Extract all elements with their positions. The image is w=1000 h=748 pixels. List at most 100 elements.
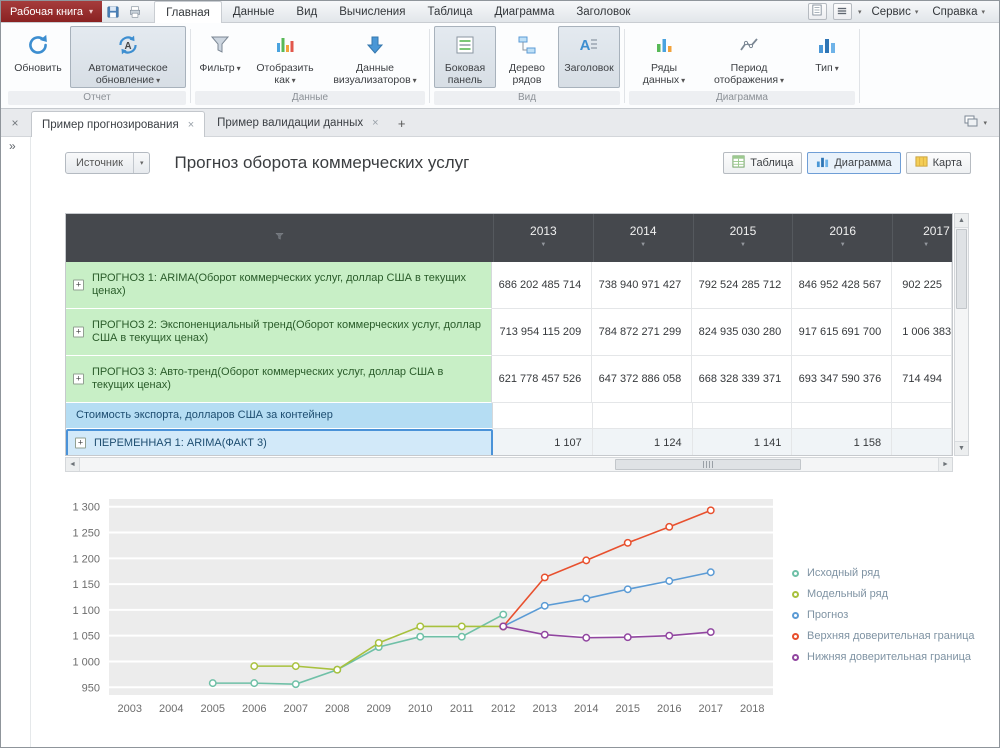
ribbon-tab-view[interactable]: Вид [285,1,328,22]
window-list-button[interactable] [833,3,852,20]
side-panel-button[interactable]: Боковая панель [434,26,496,88]
year-column-header[interactable]: 2015▼ [693,214,793,262]
filter-icon[interactable] [274,229,285,247]
value-cell[interactable]: 1 124 [593,429,693,456]
year-column-header[interactable]: 2014▼ [593,214,693,262]
header-toggle-button[interactable]: A Заголовок [558,26,620,88]
auto-refresh-button[interactable]: A Автоматическое обновление▾ [70,26,186,88]
legend-item[interactable]: Нижняя доверительная граница [792,651,975,663]
column-filter-icon[interactable]: ▼ [923,242,929,248]
legend-item[interactable]: Верхняя доверительная граница [792,630,975,642]
value-cell[interactable]: 668 328 339 371 [692,356,792,403]
close-icon[interactable]: × [1,110,29,136]
scroll-up-icon[interactable]: ▲ [955,214,968,228]
doc-tab-forecast-example[interactable]: Пример прогнозирования × [31,111,205,137]
value-cell[interactable] [892,429,952,456]
window-layout-button[interactable] [808,3,827,20]
scroll-left-icon[interactable]: ◄ [66,458,80,471]
table-header-label-cell[interactable] [66,214,493,262]
row-label-cell[interactable]: +ПРОГНОЗ 3: Авто-тренд(Оборот коммерческ… [66,356,492,403]
column-filter-icon[interactable]: ▼ [640,242,646,248]
ribbon-tab-calculations[interactable]: Вычисления [328,1,416,22]
refresh-button[interactable]: Обновить [8,26,68,88]
ribbon-tab-header[interactable]: Заголовок [565,1,641,22]
value-cell[interactable] [593,403,693,429]
data-series-button[interactable]: Ряды данных▾ [629,26,699,88]
value-cell[interactable] [892,403,952,429]
workbook-menu-button[interactable]: Рабочая книга ▾ [1,1,102,22]
value-cell[interactable]: 846 952 428 567 [792,262,892,309]
column-filter-icon[interactable]: ▼ [540,242,546,248]
save-button[interactable] [102,1,124,22]
value-cell[interactable]: 784 872 271 299 [592,309,692,356]
value-cell[interactable]: 1 006 383 [892,309,952,356]
value-cell[interactable]: 1 107 [493,429,593,456]
vertical-scroll-thumb[interactable] [956,229,967,309]
display-as-button[interactable]: Отобразить как▾ [247,26,323,88]
chevron-down-icon[interactable]: ▾ [133,153,150,173]
source-dropdown-button[interactable]: Источник ▾ [65,152,150,174]
horizontal-scrollbar[interactable]: ◄ ► [65,457,953,472]
help-menu[interactable]: Справка ▾ [928,6,989,18]
legend-item[interactable]: Модельный ряд [792,588,975,600]
year-column-header[interactable]: 2016▼ [792,214,892,262]
view-table-button[interactable]: Таблица [723,152,802,174]
horizontal-scroll-thumb[interactable] [615,459,801,470]
chevron-down-icon[interactable]: ▾ [983,119,987,127]
column-filter-icon[interactable]: ▼ [840,242,846,248]
tab-list-icon[interactable] [964,114,978,132]
year-column-header[interactable]: 2017▼ [892,214,952,262]
new-tab-button[interactable]: + [389,110,415,136]
value-cell[interactable] [792,403,892,429]
ribbon-tab-data[interactable]: Данные [222,1,286,22]
ribbon-tab-chart[interactable]: Диаграмма [484,1,566,22]
value-cell[interactable]: 714 494 [892,356,952,403]
display-period-button[interactable]: Период отображения▾ [701,26,797,88]
value-cell[interactable]: 792 524 285 712 [692,262,792,309]
expand-icon[interactable]: + [75,438,86,449]
doc-tab-validation-example[interactable]: Пример валидации данных × [207,110,388,136]
value-cell[interactable]: 824 935 030 280 [692,309,792,356]
value-cell[interactable]: 686 202 485 714 [492,262,592,309]
value-cell[interactable]: 917 615 691 700 [792,309,892,356]
expand-icon[interactable]: + [73,374,84,385]
view-map-button[interactable]: Карта [906,152,971,174]
tab-close-icon[interactable]: × [188,119,194,131]
view-chart-button[interactable]: Диаграмма [807,152,900,174]
row-label-cell[interactable]: Стоимость экспорта, долларов США за конт… [66,403,493,429]
forecast-chart-svg[interactable]: 9501 0001 0501 1001 1501 2001 2501 30020… [61,491,776,723]
legend-item[interactable]: Исходный ряд [792,567,975,579]
filter-button[interactable]: Фильтр▾ [195,26,245,88]
row-label-cell[interactable]: +ПРОГНОЗ 1: ARIMA(Оборот коммерческих ус… [66,262,492,309]
value-cell[interactable]: 738 940 971 427 [592,262,692,309]
legend-item[interactable]: Прогноз [792,609,975,621]
value-cell[interactable]: 621 778 457 526 [492,356,592,403]
value-cell[interactable] [693,403,793,429]
vertical-scrollbar[interactable]: ▲ ▼ [954,213,969,456]
chart-type-button[interactable]: Тип▾ [799,26,855,88]
chevron-down-icon[interactable]: ▾ [858,8,862,16]
value-cell[interactable]: 647 372 886 058 [592,356,692,403]
row-label-cell[interactable]: +ПЕРЕМЕННАЯ 1: ARIMA(ФАКТ 3) [66,429,493,456]
series-tree-button[interactable]: Дерево рядов [498,26,556,88]
column-filter-icon[interactable]: ▼ [740,242,746,248]
tab-close-icon[interactable]: × [372,117,378,129]
value-cell[interactable]: 1 141 [693,429,793,456]
expand-panel-icon[interactable]: » [9,139,16,153]
year-column-header[interactable]: 2013▼ [493,214,593,262]
print-preview-button[interactable] [124,1,146,22]
row-label-cell[interactable]: +ПРОГНОЗ 2: Экспоненциальный тренд(Оборо… [66,309,492,356]
value-cell[interactable]: 902 225 [892,262,952,309]
value-cell[interactable]: 1 158 [792,429,892,456]
ribbon-tab-home[interactable]: Главная [154,1,222,23]
value-cell[interactable]: 693 347 590 376 [792,356,892,403]
expand-icon[interactable]: + [73,327,84,338]
expand-icon[interactable]: + [73,280,84,291]
value-cell[interactable]: 713 954 115 209 [492,309,592,356]
visualizer-data-button[interactable]: Данные визуализаторов▾ [325,26,425,88]
scroll-right-icon[interactable]: ► [938,458,952,471]
service-menu[interactable]: Сервис ▾ [867,6,922,18]
scroll-down-icon[interactable]: ▼ [955,441,968,455]
value-cell[interactable] [493,403,593,429]
ribbon-tab-table[interactable]: Таблица [416,1,483,22]
